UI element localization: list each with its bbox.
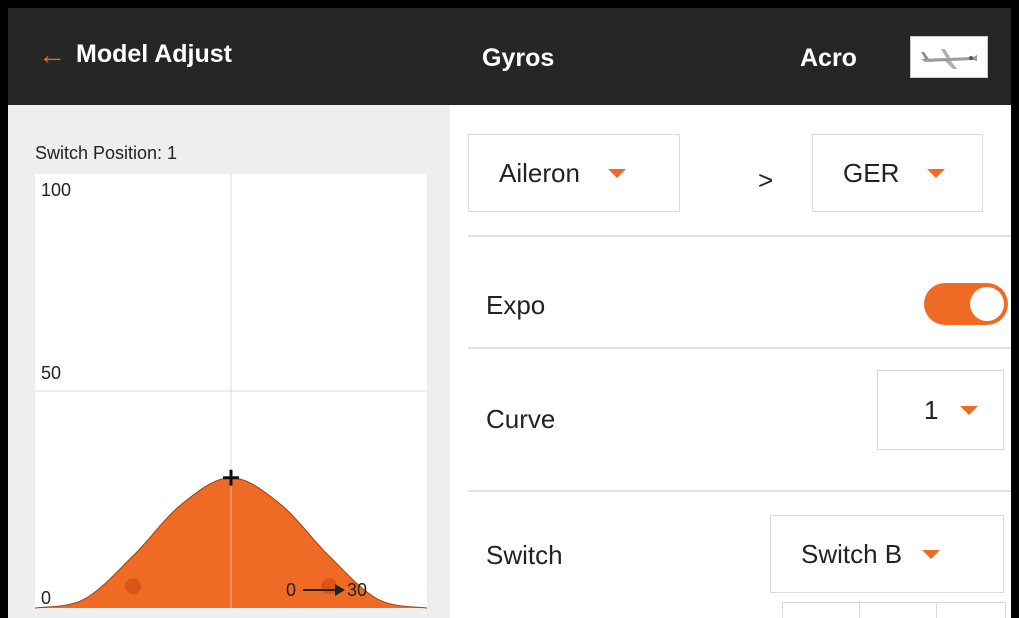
source-channel-value: Aileron — [499, 157, 580, 188]
target-channel-value: GER — [843, 157, 900, 188]
screen-title: Gyros — [482, 44, 555, 72]
chevron-down-icon — [927, 168, 946, 178]
top-bar: ← Model Adjust Gyros Acro — [8, 8, 1011, 105]
airplane-icon[interactable] — [910, 36, 988, 78]
y-tick-50: 50 — [41, 363, 61, 383]
curve-label: Curve — [486, 404, 556, 434]
source-channel-dropdown[interactable]: Aileron — [468, 134, 680, 212]
chevron-down-icon — [607, 168, 626, 178]
mapping-separator: > — [758, 165, 774, 195]
toggle-knob — [970, 287, 1004, 321]
curve-point-handle-2[interactable] — [321, 578, 337, 595]
curve-value: 1 — [924, 394, 939, 425]
back-arrow-icon: ← — [38, 38, 66, 70]
switch-value: Switch B — [801, 538, 903, 569]
range-to-label: 30 — [347, 580, 367, 600]
switch-label: Switch — [486, 540, 563, 570]
range-from-label: 0 — [286, 580, 296, 600]
divider — [468, 490, 1011, 492]
divider — [468, 347, 1011, 349]
target-channel-dropdown[interactable]: GER — [812, 134, 983, 212]
graph-panel: Switch Position: 1 100 50 0 0 30 — [8, 105, 450, 618]
chevron-down-icon — [960, 405, 979, 415]
settings-panel: Aileron > GER Expo Curve 1 Switch Switch… — [450, 105, 1011, 618]
switch-position-button-2[interactable] — [859, 602, 937, 618]
curve-dropdown[interactable]: 1 — [877, 370, 1004, 450]
chevron-down-icon — [922, 549, 941, 559]
back-button[interactable]: ← Model Adjust — [38, 40, 232, 69]
y-tick-100: 100 — [41, 180, 71, 200]
expo-label: Expo — [486, 290, 546, 320]
switch-dropdown[interactable]: Switch B — [770, 515, 1004, 593]
switch-position-label: Switch Position: 1 — [35, 143, 178, 163]
model-name: Acro — [800, 44, 857, 72]
expo-toggle[interactable] — [924, 283, 1008, 325]
divider — [468, 235, 1011, 237]
back-label: Model Adjust — [76, 40, 233, 68]
curve-point-handle-0[interactable] — [125, 578, 141, 595]
gain-curve-chart: 100 50 0 0 30 — [35, 174, 427, 609]
app-frame: ← Model Adjust Gyros Acro Switch Positio… — [0, 0, 1019, 618]
switch-position-button-1[interactable] — [782, 602, 860, 618]
switch-position-button-3[interactable] — [936, 602, 1006, 618]
y-tick-0: 0 — [41, 588, 51, 608]
